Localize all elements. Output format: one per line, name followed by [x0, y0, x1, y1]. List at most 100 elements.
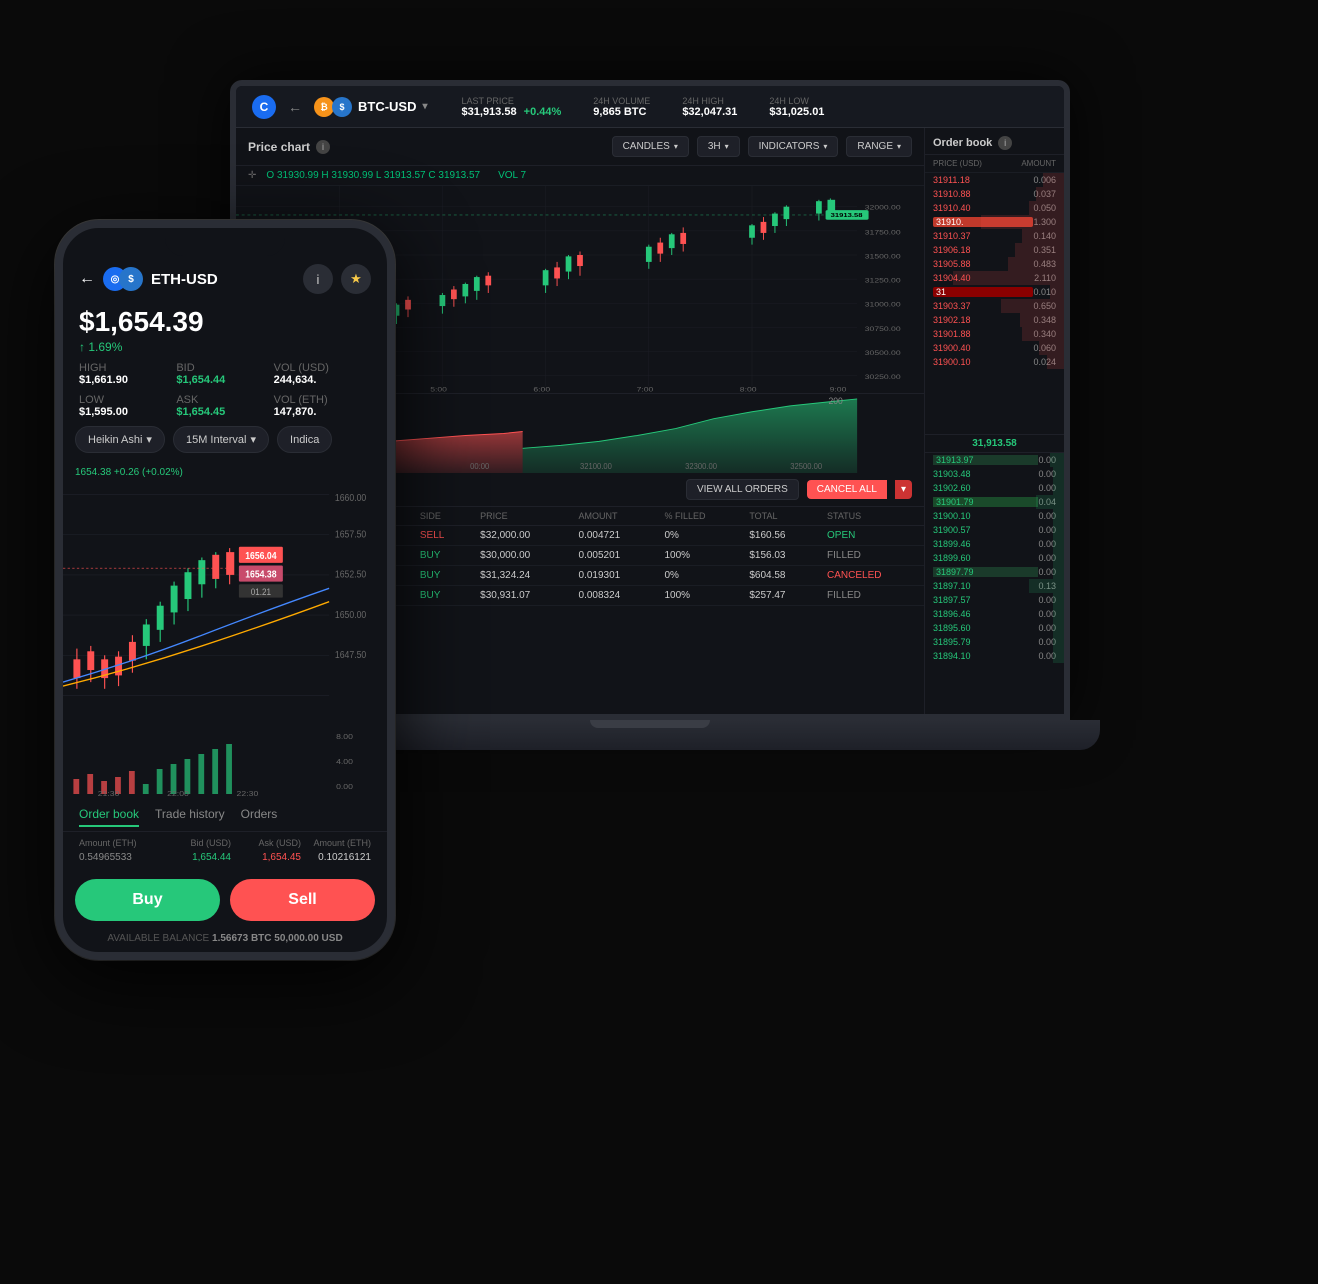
order-amount: 0.005201 — [571, 546, 657, 566]
phone-low-stat: LOW $1,595.00 — [79, 394, 176, 418]
svg-text:30500.00: 30500.00 — [865, 349, 901, 356]
order-price: $30,000.00 — [472, 546, 570, 566]
phone-content: ← ◎ $ ETH-USD i ★ $1,654.39 ↑ 1.69% HIGH — [63, 228, 387, 952]
phone-pair-name: ETH-USD — [151, 271, 218, 288]
svg-text:22:00: 22:00 — [167, 790, 189, 798]
cancel-chevron-button[interactable]: ▾ — [895, 480, 912, 499]
interval-button[interactable]: 15M Interval ▾ — [173, 426, 269, 453]
phone-actions: Buy Sell — [63, 871, 387, 929]
balance-btc: 1.56673 BTC — [212, 933, 271, 944]
indicators-button[interactable]: Indica — [277, 426, 332, 453]
svg-text:4.00: 4.00 — [336, 758, 353, 766]
order-status: FILLED — [819, 546, 924, 566]
list-item: 31895.790.00 — [925, 635, 1064, 649]
phone-ob-header: Amount (ETH) Bid (USD) Ask (USD) Amount … — [79, 838, 371, 848]
high-value: $32,047.31 — [682, 106, 737, 118]
crosshair-icon: ✛ — [248, 170, 256, 181]
tab-order-book[interactable]: Order book — [79, 807, 139, 827]
list-item: 31903.370.650 — [925, 299, 1064, 313]
list-item: 31905.880.483 — [925, 257, 1064, 271]
list-item: 31895.600.00 — [925, 621, 1064, 635]
phone-bid-label: BID — [176, 362, 273, 374]
order-status: FILLED — [819, 586, 924, 606]
col-filled: % FILLED — [656, 507, 741, 526]
market-stats: LAST PRICE $31,913.58 +0.44% 24H VOLUME … — [450, 96, 825, 118]
phone-stats-row: HIGH $1,661.90 BID $1,654.44 VOL (USD) 2… — [63, 362, 387, 394]
pair-chevron-icon: ▾ — [423, 101, 428, 112]
cancel-all-button[interactable]: CANCEL ALL — [807, 480, 887, 499]
phone-low-label: LOW — [79, 394, 176, 406]
list-item: 31894.100.00 — [925, 649, 1064, 663]
phone-candlestick-svg: 1656.04 1654.38 01.21 1660.00 1657.50 16… — [63, 461, 387, 729]
phone-back-button[interactable]: ← — [79, 270, 95, 288]
svg-text:9:00: 9:00 — [830, 386, 847, 393]
high-stat: 24H HIGH $32,047.31 — [682, 96, 737, 118]
svg-text:32500.00: 32500.00 — [790, 462, 823, 471]
phone-tabs: Order book Trade history Orders — [63, 799, 387, 832]
phone-chart-area[interactable]: 1654.38 +0.26 (+0.02%) — [63, 461, 387, 729]
buy-button[interactable]: Buy — [75, 879, 220, 921]
range-button[interactable]: RANGE ▾ — [846, 136, 912, 157]
range-chevron-icon: ▾ — [897, 142, 901, 151]
svg-text:22:30: 22:30 — [237, 790, 259, 798]
svg-text:0.00: 0.00 — [336, 783, 353, 791]
order-total: $604.58 — [741, 566, 819, 586]
orderbook-info-icon[interactable]: i — [998, 136, 1012, 150]
phone-price: $1,654.39 — [79, 306, 371, 338]
phone-bid-stat: BID $1,654.44 — [176, 362, 273, 386]
last-price-stat: LAST PRICE $31,913.58 +0.44% — [462, 96, 562, 118]
interval-button[interactable]: 3H ▾ — [697, 136, 740, 157]
phone-star-button[interactable]: ★ — [341, 264, 371, 294]
chart-title: Price chart i — [248, 140, 330, 154]
phone-ohlc-label: 1654.38 +0.26 (+0.02%) — [75, 467, 183, 478]
chart-info-icon[interactable]: i — [316, 140, 330, 154]
pair-selector[interactable]: ₿ $ BTC-USD ▾ — [314, 97, 428, 117]
phone-body: ← ◎ $ ETH-USD i ★ $1,654.39 ↑ 1.69% HIGH — [55, 220, 395, 960]
phone-volume-area: 8.00 4.00 0.00 21:30 22:00 22:30 — [63, 729, 387, 799]
phone-device: ← ◎ $ ETH-USD i ★ $1,654.39 ↑ 1.69% HIGH — [55, 220, 395, 960]
list-item: 31896.460.00 — [925, 607, 1064, 621]
back-button[interactable]: ← — [288, 99, 302, 115]
phone-ob-ask-header: Ask (USD) — [231, 838, 301, 848]
svg-text:1660.00: 1660.00 — [335, 493, 366, 504]
ob-amount-header: AMOUNT — [1021, 159, 1056, 168]
tab-trade-history[interactable]: Trade history — [155, 807, 225, 827]
last-price-label: LAST PRICE — [462, 96, 562, 106]
phone-vol-eth-value: 147,870. — [274, 406, 371, 418]
balance-usd: 50,000.00 USD — [274, 933, 342, 944]
high-label: 24H HIGH — [682, 96, 737, 106]
sell-button[interactable]: Sell — [230, 879, 375, 921]
view-all-orders-button[interactable]: VIEW ALL ORDERS — [686, 479, 799, 500]
order-side: BUY — [412, 566, 472, 586]
phone-orderbook: Amount (ETH) Bid (USD) Ask (USD) Amount … — [63, 832, 387, 871]
phone-info-button[interactable]: i — [303, 264, 333, 294]
svg-text:32000.00: 32000.00 — [865, 204, 901, 211]
phone-volume-svg: 8.00 4.00 0.00 21:30 22:00 22:30 — [63, 729, 387, 799]
orderbook-bids: 31913.970.00 31903.480.00 31902.600.00 3… — [925, 453, 1064, 714]
order-filled: 100% — [656, 546, 741, 566]
indicators-chevron-icon: ▾ — [823, 142, 827, 151]
low-value: $31,025.01 — [769, 106, 824, 118]
order-filled: 100% — [656, 586, 741, 606]
col-status: STATUS — [819, 507, 924, 526]
svg-text:31250.00: 31250.00 — [865, 277, 901, 284]
svg-text:32100.00: 32100.00 — [580, 462, 613, 471]
candles-button[interactable]: CANDLES ▾ — [612, 136, 689, 157]
chart-type-button[interactable]: Heikin Ashi ▾ — [75, 426, 165, 453]
list-item: 31906.180.351 — [925, 243, 1064, 257]
svg-text:1656.04: 1656.04 — [245, 550, 277, 561]
order-total: $160.56 — [741, 526, 819, 546]
svg-text:1650.00: 1650.00 — [335, 609, 366, 620]
phone-vol-eth-stat: VOL (ETH) 147,870. — [274, 394, 371, 418]
svg-text:21:30: 21:30 — [98, 790, 120, 798]
svg-text:01.21: 01.21 — [251, 586, 271, 597]
indicators-button[interactable]: INDICATORS ▾ — [748, 136, 839, 157]
list-item: 31902.600.00 — [925, 481, 1064, 495]
list-item: 31913.970.00 — [925, 453, 1064, 467]
app-logo: C — [252, 95, 276, 119]
tab-orders[interactable]: Orders — [241, 807, 278, 827]
balance-label: AVAILABLE BALANCE — [107, 933, 209, 944]
svg-text:5:00: 5:00 — [430, 386, 447, 393]
order-status: CANCELED — [819, 566, 924, 586]
phone-ask-stat: ASK $1,654.45 — [176, 394, 273, 418]
